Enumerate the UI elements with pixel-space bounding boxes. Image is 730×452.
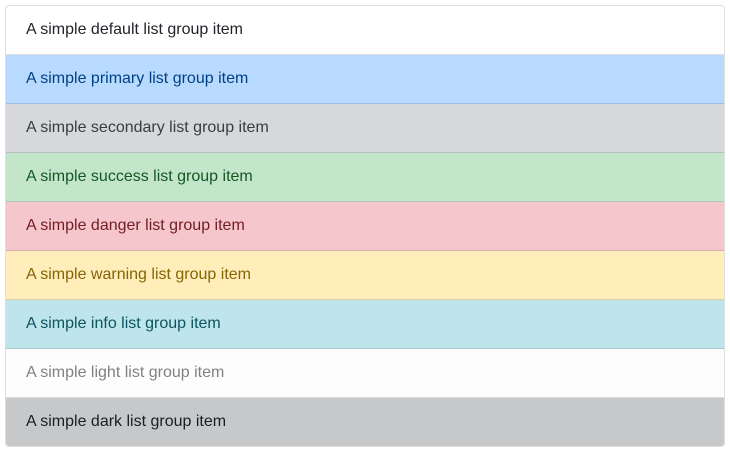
list-item-primary[interactable]: A simple primary list group item <box>6 55 724 104</box>
list-item-secondary[interactable]: A simple secondary list group item <box>6 104 724 153</box>
list-item-label: A simple secondary list group item <box>26 119 269 136</box>
list-item-success[interactable]: A simple success list group item <box>6 153 724 202</box>
list-group: A simple default list group item A simpl… <box>5 5 725 447</box>
list-item-warning[interactable]: A simple warning list group item <box>6 251 724 300</box>
list-item-info[interactable]: A simple info list group item <box>6 300 724 349</box>
list-item-label: A simple info list group item <box>26 315 221 332</box>
list-item-label: A simple success list group item <box>26 168 253 185</box>
list-item-label: A simple dark list group item <box>26 413 227 430</box>
list-item-dark[interactable]: A simple dark list group item <box>6 398 724 446</box>
list-item-label: A simple light list group item <box>26 364 225 381</box>
list-item-light[interactable]: A simple light list group item <box>6 349 724 398</box>
list-item-label: A simple default list group item <box>26 21 243 38</box>
list-item-label: A simple danger list group item <box>26 217 245 234</box>
list-item-label: A simple warning list group item <box>26 266 251 283</box>
list-item-default[interactable]: A simple default list group item <box>6 6 724 55</box>
list-item-label: A simple primary list group item <box>26 70 249 87</box>
list-item-danger[interactable]: A simple danger list group item <box>6 202 724 251</box>
